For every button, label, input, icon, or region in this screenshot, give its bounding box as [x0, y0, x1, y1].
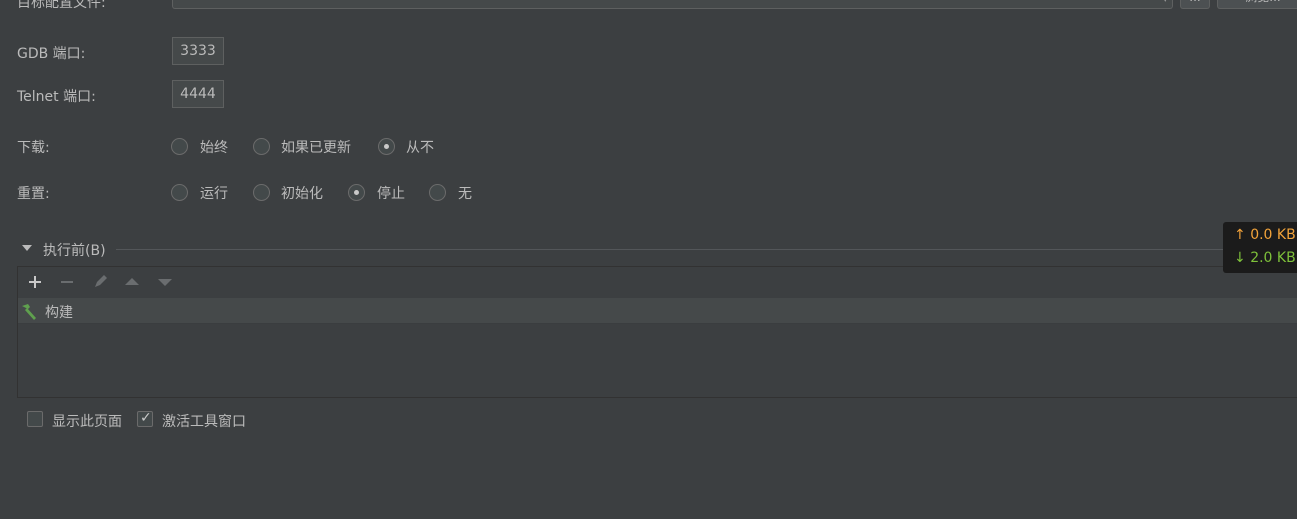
config-file-more-button[interactable]: ...: [1180, 0, 1210, 9]
move-up-icon[interactable]: [122, 272, 142, 292]
checkmark-icon: ✓: [140, 410, 152, 426]
before-launch-toolbar: [18, 267, 1297, 297]
download-never-label[interactable]: 从不: [406, 137, 434, 157]
download-if-updated-radio[interactable]: [253, 138, 270, 155]
reset-run-radio[interactable]: [171, 184, 188, 201]
reset-init-radio[interactable]: [253, 184, 270, 201]
telnet-port-label: Telnet 端口:: [17, 89, 96, 105]
download-speed-value: 2.0 KB: [1250, 250, 1296, 266]
reset-none-label[interactable]: 无: [458, 183, 472, 203]
download-never-radio[interactable]: [378, 138, 395, 155]
before-launch-title[interactable]: 执行前(B): [43, 240, 106, 260]
reset-halt-label[interactable]: 停止: [377, 183, 405, 203]
edit-icon[interactable]: [90, 272, 110, 292]
arrow-up-icon: ↑: [1234, 227, 1246, 243]
download-label: 下载:: [17, 140, 50, 156]
reset-halt-radio[interactable]: [348, 184, 365, 201]
config-file-browse-button[interactable]: 浏览...: [1217, 0, 1297, 9]
activate-tool-window-checkbox[interactable]: ✓: [137, 410, 153, 427]
activate-tool-window-label[interactable]: 激活工具窗口: [162, 411, 246, 431]
telnet-port-field[interactable]: 4444: [172, 80, 224, 108]
upload-speed: ↑ 0.0 KB: [1234, 227, 1296, 243]
download-speed: ↓ 2.0 KB: [1234, 250, 1296, 266]
section-divider: [116, 249, 1297, 250]
reset-run-label[interactable]: 运行: [200, 183, 228, 203]
reset-label: 重置:: [17, 186, 50, 202]
hammer-icon: [20, 302, 40, 320]
collapse-triangle-icon[interactable]: [22, 245, 32, 251]
plus-icon[interactable]: [25, 272, 45, 292]
show-page-label[interactable]: 显示此页面: [52, 411, 122, 431]
reset-init-label[interactable]: 初始化: [281, 183, 323, 203]
config-file-input[interactable]: ▾: [172, 0, 1173, 9]
chevron-down-icon[interactable]: ▾: [1162, 0, 1168, 5]
upload-speed-value: 0.0 KB: [1250, 227, 1296, 243]
minus-icon[interactable]: [57, 272, 77, 292]
config-file-label: 目标配置文件:: [17, 0, 106, 11]
gdb-port-label: GDB 端口:: [17, 46, 86, 62]
download-always-label[interactable]: 始终: [200, 137, 228, 157]
show-page-checkbox[interactable]: [27, 411, 43, 427]
arrow-down-icon: ↓: [1234, 250, 1246, 266]
download-if-updated-label[interactable]: 如果已更新: [281, 137, 351, 157]
build-task-label[interactable]: 构建: [45, 302, 73, 322]
row-divider: [18, 323, 1297, 324]
reset-none-radio[interactable]: [429, 184, 446, 201]
list-item[interactable]: [18, 298, 1297, 323]
gdb-port-field[interactable]: 3333: [172, 37, 224, 65]
move-down-icon[interactable]: [155, 272, 175, 292]
download-always-radio[interactable]: [171, 138, 188, 155]
